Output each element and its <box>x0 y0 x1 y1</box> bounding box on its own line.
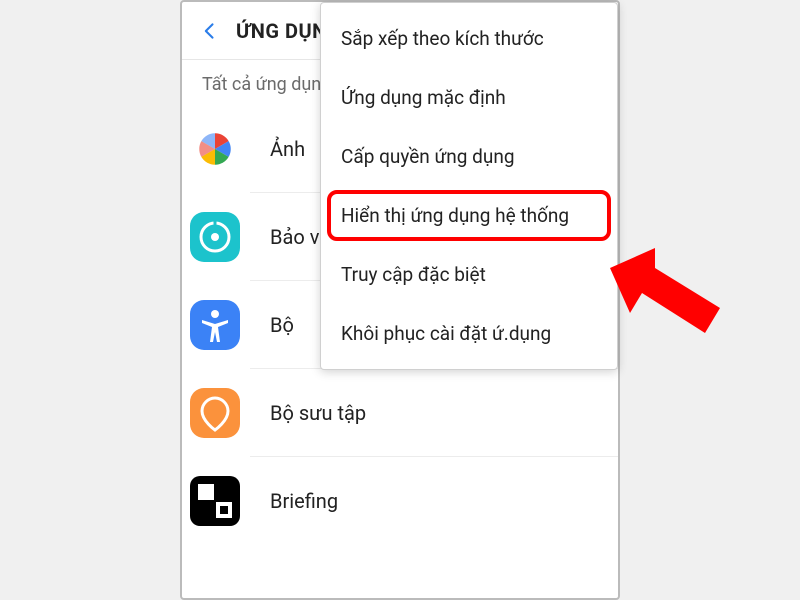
protect-icon <box>190 212 240 262</box>
menu-item-show-system[interactable]: Hiển thị ứng dụng hệ thống <box>321 186 617 245</box>
menu-item-default-apps[interactable]: Ứng dụng mặc định <box>321 68 617 127</box>
menu-item-label: Khôi phục cài đặt ứ.dụng <box>341 322 551 345</box>
list-item[interactable]: Bộ sưu tập <box>250 369 618 457</box>
app-label: Bộ sưu tập <box>270 401 366 425</box>
gallery-icon <box>190 388 240 438</box>
overflow-menu: Sắp xếp theo kích thước Ứng dụng mặc địn… <box>320 2 618 370</box>
menu-item-label: Hiển thị ứng dụng hệ thống <box>341 204 569 227</box>
back-icon[interactable] <box>198 19 222 43</box>
app-label: Ảnh <box>270 137 305 161</box>
filter-label: Tất cả ứng dụng <box>202 74 331 95</box>
menu-item-label: Ứng dụng mặc định <box>341 86 506 109</box>
menu-item-permissions[interactable]: Cấp quyền ứng dụng <box>321 127 617 186</box>
accessibility-icon <box>190 300 240 350</box>
menu-item-reset-prefs[interactable]: Khôi phục cài đặt ứ.dụng <box>321 304 617 363</box>
menu-item-special-access[interactable]: Truy cập đặc biệt <box>321 245 617 304</box>
photos-icon <box>190 124 240 174</box>
arrow-annotation <box>610 248 730 348</box>
app-label: Bộ <box>270 313 294 337</box>
menu-item-label: Truy cập đặc biệt <box>341 263 486 286</box>
menu-item-label: Sắp xếp theo kích thước <box>341 27 544 50</box>
briefing-icon <box>190 476 240 526</box>
list-item[interactable]: Briefing <box>250 457 618 545</box>
menu-item-label: Cấp quyền ứng dụng <box>341 145 515 168</box>
menu-item-sort-size[interactable]: Sắp xếp theo kích thước <box>321 9 617 68</box>
app-label: Briefing <box>270 489 338 513</box>
